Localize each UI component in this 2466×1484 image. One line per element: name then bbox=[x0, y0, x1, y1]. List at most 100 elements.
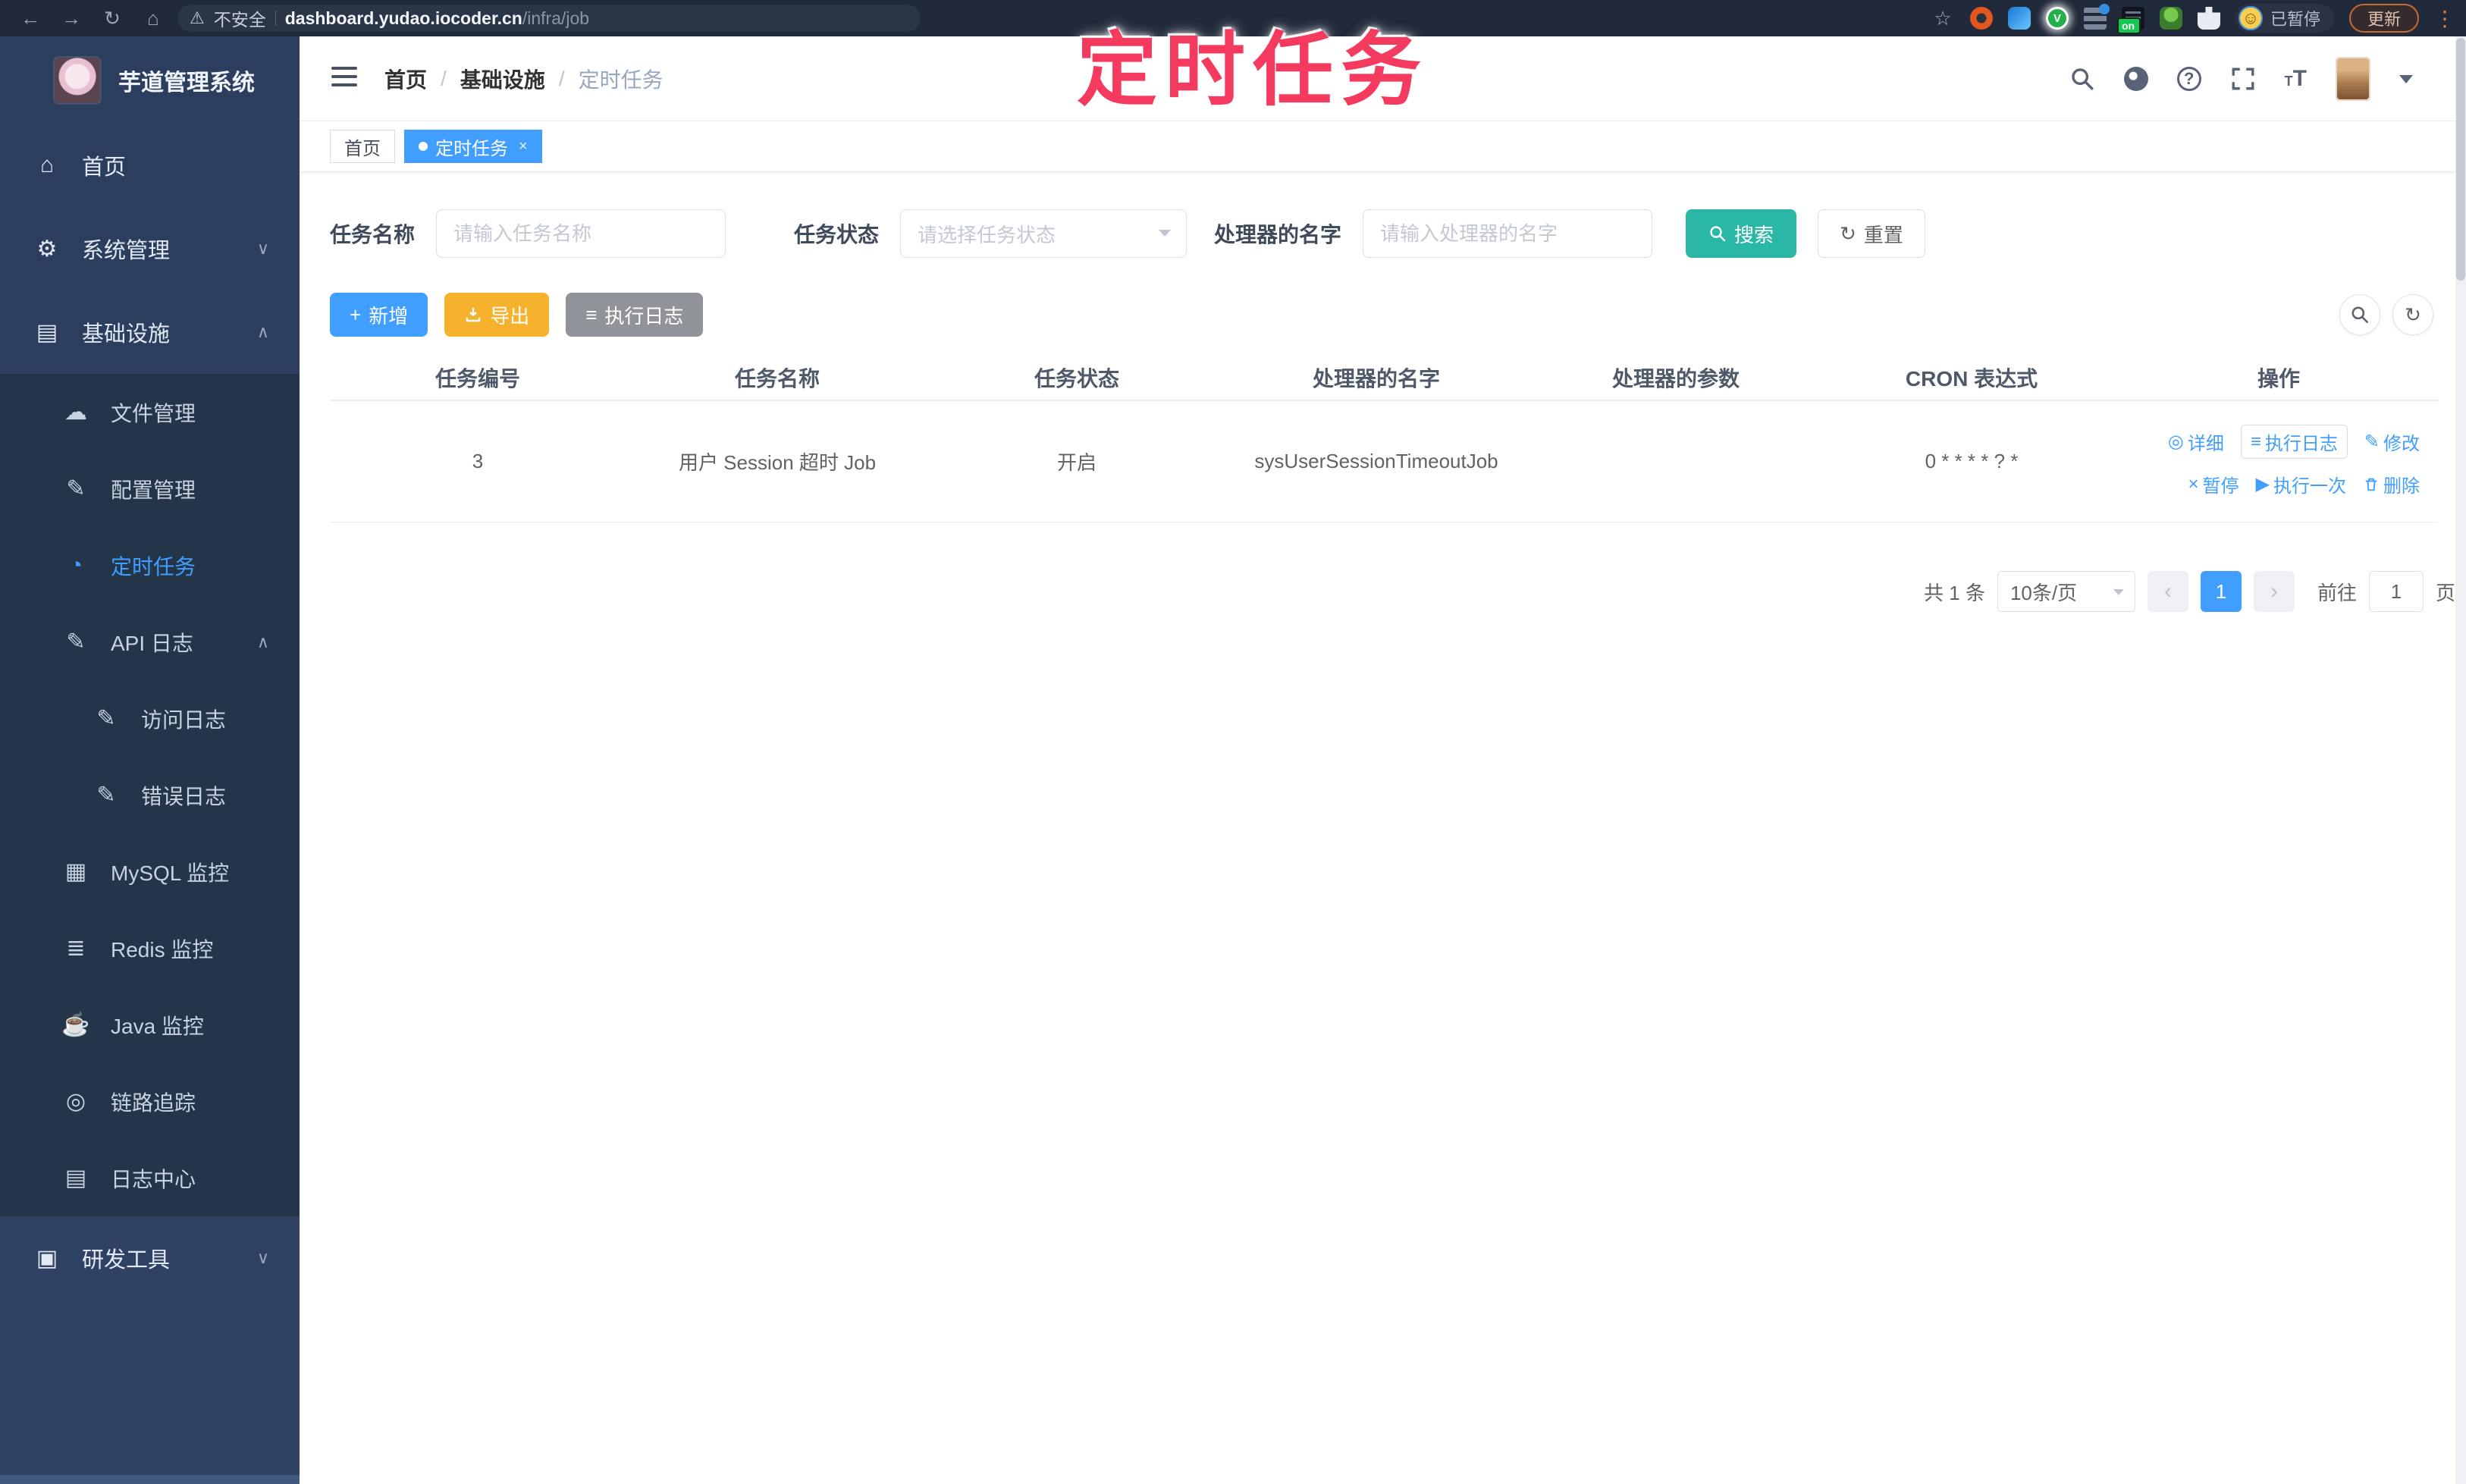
help-icon[interactable]: ? bbox=[2176, 67, 2201, 91]
address-bar[interactable]: ⚠ 不安全 dashboard.yudao.iocoder.cn/infra/j… bbox=[177, 5, 921, 32]
security-warning-icon[interactable]: ⚠ bbox=[190, 8, 205, 28]
export-button-label: 导出 bbox=[490, 304, 530, 328]
browser-home-icon[interactable]: ⌂ bbox=[136, 7, 170, 30]
app-logo-row[interactable]: 芋道管理系统 bbox=[0, 36, 300, 124]
job-name-label: 任务名称 bbox=[330, 223, 416, 246]
breadcrumb-current: 定时任务 bbox=[578, 68, 664, 92]
log-icon: ✎ bbox=[66, 629, 86, 654]
sidebar-item-dev-tools[interactable]: ▣ 研发工具 ∨ bbox=[0, 1216, 300, 1300]
run-once-link-label: 执行一次 bbox=[2273, 476, 2346, 497]
sidebar-item-log-center[interactable]: ▤ 日志中心 bbox=[0, 1140, 300, 1216]
breadcrumb-separator: / bbox=[558, 67, 565, 90]
collapse-sidebar-icon[interactable] bbox=[331, 67, 357, 89]
col-job-id: 任务编号 bbox=[330, 355, 626, 401]
tab-home[interactable]: 首页 bbox=[330, 130, 395, 163]
sidebar-item-mysql-monitor[interactable]: ▦ MySQL 监控 bbox=[0, 833, 300, 910]
tab-scheduled-jobs[interactable]: 定时任务 × bbox=[404, 130, 542, 163]
prev-page-button[interactable]: ‹ bbox=[2147, 571, 2188, 612]
extension-icon-list[interactable]: on bbox=[2116, 7, 2144, 34]
row-exec-log-link[interactable]: ≡ 执行日志 bbox=[2240, 425, 2348, 460]
bookmark-star-icon[interactable]: ☆ bbox=[1931, 7, 1955, 30]
download-icon bbox=[464, 306, 482, 324]
modify-link[interactable]: ✎ 修改 bbox=[2364, 428, 2420, 455]
detail-link[interactable]: ◎ 详细 bbox=[2168, 428, 2224, 455]
col-job-status: 任务状态 bbox=[929, 355, 1225, 401]
exec-log-button[interactable]: ≡ 执行日志 bbox=[566, 293, 704, 337]
run-once-link[interactable]: ▶ 执行一次 bbox=[2256, 471, 2346, 497]
list-icon: ≡ bbox=[2250, 431, 2261, 452]
search-icon bbox=[2350, 305, 2370, 325]
pause-link[interactable]: × 暂停 bbox=[2188, 471, 2239, 497]
list-line bbox=[2125, 11, 2141, 14]
extension-icon-orange[interactable] bbox=[1969, 7, 1993, 30]
add-button[interactable]: + 新增 bbox=[330, 293, 428, 337]
sidebar-item-config-mgmt[interactable]: ✎ 配置管理 bbox=[0, 450, 300, 527]
cloud-upload-icon: ☁ bbox=[64, 400, 87, 425]
breadcrumb: 首页 / 基础设施 / 定时任务 bbox=[384, 36, 664, 121]
breadcrumb-home[interactable]: 首页 bbox=[384, 64, 427, 94]
sidebar-item-infrastructure[interactable]: ▤ 基础设施 ∧ bbox=[0, 290, 300, 374]
current-page-button[interactable]: 1 bbox=[2200, 571, 2242, 612]
extension-icon-grid[interactable] bbox=[2083, 4, 2110, 30]
sidebar-item-home[interactable]: ⌂ 首页 bbox=[0, 124, 300, 207]
goto-label: 前往 bbox=[2317, 581, 2357, 604]
search-icon bbox=[1708, 224, 1727, 243]
goto-page-input[interactable] bbox=[2368, 571, 2424, 612]
export-button[interactable]: 导出 bbox=[444, 293, 550, 337]
page-header: 首页 / 基础设施 / 定时任务 ? TT bbox=[300, 36, 2455, 121]
profile-paused-chip[interactable]: ☺ 已暂停 bbox=[2235, 4, 2334, 33]
toggle-search-button[interactable] bbox=[2339, 294, 2380, 335]
extension-icon-plant[interactable] bbox=[2159, 7, 2182, 30]
font-size-icon[interactable]: TT bbox=[2285, 66, 2307, 92]
sidebar-item-label: API 日志 bbox=[111, 631, 193, 655]
next-page-button[interactable]: › bbox=[2253, 571, 2295, 612]
scrollbar-thumb[interactable] bbox=[2456, 38, 2465, 281]
extensions-puzzle-icon[interactable] bbox=[2197, 7, 2220, 30]
search-button-label: 搜索 bbox=[1734, 223, 1774, 246]
sidebar-item-trace[interactable]: ◎ 链路追踪 bbox=[0, 1063, 300, 1140]
sidebar-item-file-mgmt[interactable]: ☁ 文件管理 bbox=[0, 374, 300, 450]
extension-icon-blue[interactable] bbox=[2007, 7, 2031, 30]
page-size-value: 10条/页 bbox=[2010, 581, 2078, 604]
refresh-table-button[interactable]: ↻ bbox=[2392, 294, 2433, 335]
window-scrollbar[interactable] bbox=[2455, 36, 2466, 1484]
github-icon[interactable] bbox=[2123, 67, 2148, 91]
user-avatar[interactable] bbox=[2336, 57, 2370, 101]
reset-button[interactable]: ↻ 重置 bbox=[1818, 209, 1925, 258]
pagination: 共 1 条 10条/页 ‹ 1 › 前往 页 bbox=[1924, 570, 2455, 613]
browser-menu-icon[interactable]: ⋮ bbox=[2434, 6, 2455, 31]
browser-update-button[interactable]: 更新 bbox=[2348, 4, 2419, 33]
breadcrumb-infrastructure[interactable]: 基础设施 bbox=[460, 64, 545, 94]
fullscreen-icon[interactable] bbox=[2230, 66, 2256, 92]
page-size-select[interactable]: 10条/页 bbox=[1997, 571, 2135, 612]
browser-reload-icon[interactable]: ↻ bbox=[96, 7, 129, 30]
detail-link-label: 详细 bbox=[2187, 434, 2224, 455]
url-path: /infra/job bbox=[522, 8, 590, 28]
avatar-dropdown-caret[interactable] bbox=[2399, 74, 2413, 83]
eye-icon: ◎ bbox=[65, 1089, 86, 1114]
browser-back-icon[interactable]: ← bbox=[14, 7, 47, 30]
sidebar-item-access-log[interactable]: ✎ 访问日志 bbox=[0, 680, 300, 757]
handler-name-input[interactable] bbox=[1363, 209, 1653, 258]
job-status-select[interactable]: 请选择任务状态 bbox=[900, 209, 1188, 258]
breadcrumb-separator: / bbox=[441, 67, 447, 90]
job-name-input[interactable] bbox=[436, 209, 726, 258]
profile-avatar-emoji: ☺ bbox=[2238, 6, 2263, 30]
table-utility-buttons: ↻ bbox=[2339, 294, 2433, 335]
sidebar-item-error-log[interactable]: ✎ 错误日志 bbox=[0, 757, 300, 833]
search-icon[interactable] bbox=[2069, 66, 2095, 92]
close-tab-icon[interactable]: × bbox=[519, 138, 528, 155]
sidebar-item-java-monitor[interactable]: ☕ Java 监控 bbox=[0, 987, 300, 1063]
cell-job-name: 用户 Session 超时 Job bbox=[626, 400, 929, 522]
chevron-down-icon: ∨ bbox=[256, 1248, 269, 1267]
delete-link[interactable]: 删除 bbox=[2363, 471, 2420, 497]
sidebar-item-system-mgmt[interactable]: ⚙ 系统管理 ∨ bbox=[0, 207, 300, 290]
reset-button-label: 重置 bbox=[1863, 223, 1903, 246]
sidebar-item-api-log[interactable]: ✎ API 日志 ∧ bbox=[0, 604, 300, 680]
sidebar-item-redis-monitor[interactable]: ≣ Redis 监控 bbox=[0, 910, 300, 987]
browser-forward-icon[interactable]: → bbox=[55, 7, 88, 30]
search-button[interactable]: 搜索 bbox=[1686, 209, 1797, 258]
extension-icon-green[interactable]: V bbox=[2045, 7, 2069, 30]
extension-on-badge: on bbox=[2116, 17, 2141, 34]
sidebar-item-scheduled-jobs[interactable]: ◔ 定时任务 bbox=[0, 527, 300, 604]
